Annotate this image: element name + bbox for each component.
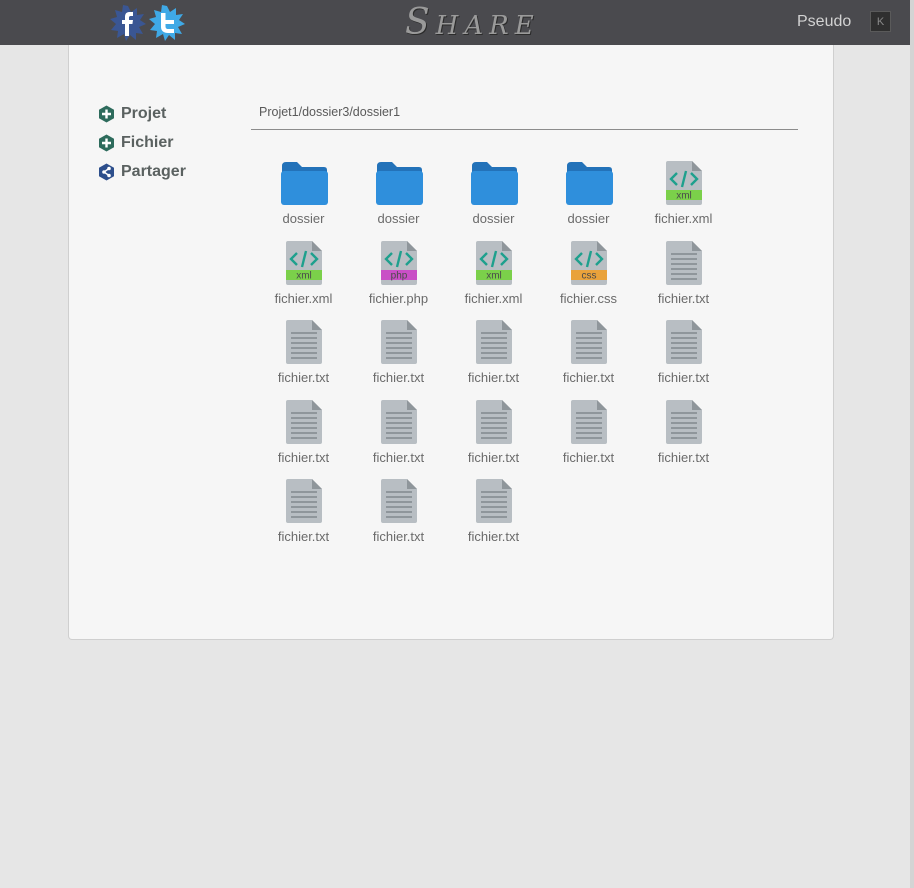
file-item[interactable]: fichier.txt (446, 397, 541, 477)
folder-icon (274, 158, 334, 206)
brand-first-letter: S (405, 2, 436, 43)
add-icon (99, 134, 114, 151)
share-icon (99, 163, 114, 180)
window-edge (910, 0, 914, 888)
xml-file-icon: xml (274, 238, 334, 286)
xml-file-icon: xml (464, 238, 524, 286)
sidebar-menu: Projet Fichier Partager (98, 99, 186, 186)
folder-icon (369, 158, 429, 206)
file-item[interactable]: css fichier.css (541, 238, 636, 318)
file-item[interactable]: php fichier.php (351, 238, 446, 318)
twitter-icon[interactable] (149, 5, 185, 41)
file-item[interactable]: fichier.txt (351, 397, 446, 477)
text-file-icon (369, 317, 429, 365)
folder-item[interactable]: dossier (446, 158, 541, 238)
folder-item[interactable]: dossier (256, 158, 351, 238)
file-name: dossier (282, 211, 325, 226)
file-name: fichier.txt (277, 529, 330, 544)
file-item[interactable]: fichier.txt (541, 317, 636, 397)
xml-file-icon: xml (654, 158, 714, 206)
logout-button[interactable]: K (870, 11, 891, 32)
text-file-icon (559, 317, 619, 365)
file-item[interactable]: xml fichier.xml (446, 238, 541, 318)
file-item[interactable]: fichier.txt (446, 476, 541, 556)
sidebar-item-label: Projet (121, 104, 167, 122)
text-file-icon (274, 317, 334, 365)
file-item[interactable]: xml fichier.xml (256, 238, 351, 318)
file-name: fichier.txt (277, 449, 330, 465)
sidebar-item-partager[interactable]: Partager (98, 157, 186, 186)
file-name: fichier.txt (657, 370, 710, 385)
sidebar-item-fichier[interactable]: Fichier (98, 128, 186, 157)
text-file-icon (369, 397, 429, 445)
file-name: fichier.xml (464, 290, 523, 306)
file-name: fichier.php (368, 290, 429, 306)
file-name: fichier.txt (467, 449, 520, 465)
top-bar: SHARE Pseudo K (0, 0, 910, 45)
file-name: fichier.txt (562, 449, 615, 465)
text-file-icon (274, 476, 334, 524)
file-name: fichier.txt (467, 370, 520, 385)
sidebar-item-projet[interactable]: Projet (98, 99, 186, 128)
folder-item[interactable]: dossier (351, 158, 446, 238)
file-item[interactable]: fichier.txt (446, 317, 541, 397)
add-icon (99, 105, 114, 122)
main-panel: Projet Fichier Partager Projet1/dossier3… (68, 45, 834, 640)
text-file-icon (274, 397, 334, 445)
text-file-icon (654, 397, 714, 445)
file-item[interactable]: fichier.txt (541, 397, 636, 477)
file-name: fichier.txt (372, 370, 425, 385)
file-item[interactable]: fichier.txt (256, 397, 351, 477)
file-name: fichier.xml (274, 290, 333, 306)
folder-icon (559, 158, 619, 206)
php-file-icon: php (369, 238, 429, 286)
css-file-icon: css (559, 238, 619, 286)
username[interactable]: Pseudo (797, 13, 851, 31)
svg-text:xml: xml (486, 270, 502, 281)
file-item[interactable]: fichier.txt (636, 317, 731, 397)
sidebar-item-label: Partager (121, 162, 186, 180)
sidebar-item-label: Fichier (121, 133, 174, 151)
file-item[interactable]: fichier.txt (351, 317, 446, 397)
file-name: fichier.txt (657, 290, 710, 306)
file-name: dossier (567, 211, 610, 226)
file-item[interactable]: fichier.txt (256, 476, 351, 556)
file-name: fichier.txt (657, 449, 710, 465)
folder-item[interactable]: dossier (541, 158, 636, 238)
svg-text:php: php (390, 270, 407, 281)
facebook-icon[interactable] (110, 5, 146, 41)
file-item[interactable]: xml fichier.xml (636, 158, 731, 238)
text-file-icon (464, 476, 524, 524)
breadcrumb: Projet1/dossier3/dossier1 (251, 101, 798, 130)
brand-logo[interactable]: SHARE (405, 2, 540, 46)
file-name: fichier.txt (467, 529, 520, 544)
file-name: fichier.txt (562, 370, 615, 385)
file-item[interactable]: fichier.txt (636, 397, 731, 477)
text-file-icon (654, 317, 714, 365)
svg-text:xml: xml (676, 191, 692, 202)
file-name: fichier.txt (372, 449, 425, 465)
svg-text:xml: xml (296, 270, 312, 281)
file-name: fichier.css (559, 290, 618, 306)
svg-text:css: css (581, 270, 596, 281)
brand-rest: HARE (435, 11, 540, 41)
file-item[interactable]: fichier.txt (636, 238, 731, 318)
text-file-icon (464, 317, 524, 365)
file-name: fichier.xml (654, 211, 713, 226)
folder-icon (464, 158, 524, 206)
file-grid: dossier dossier dossier dossier xml fich… (256, 158, 746, 556)
text-file-icon (559, 397, 619, 445)
file-name: fichier.txt (277, 370, 330, 385)
text-file-icon (369, 476, 429, 524)
file-item[interactable]: fichier.txt (256, 317, 351, 397)
file-item[interactable]: fichier.txt (351, 476, 446, 556)
text-file-icon (654, 238, 714, 286)
file-name: fichier.txt (372, 529, 425, 544)
file-name: dossier (377, 211, 420, 226)
file-name: dossier (472, 211, 515, 226)
text-file-icon (464, 397, 524, 445)
